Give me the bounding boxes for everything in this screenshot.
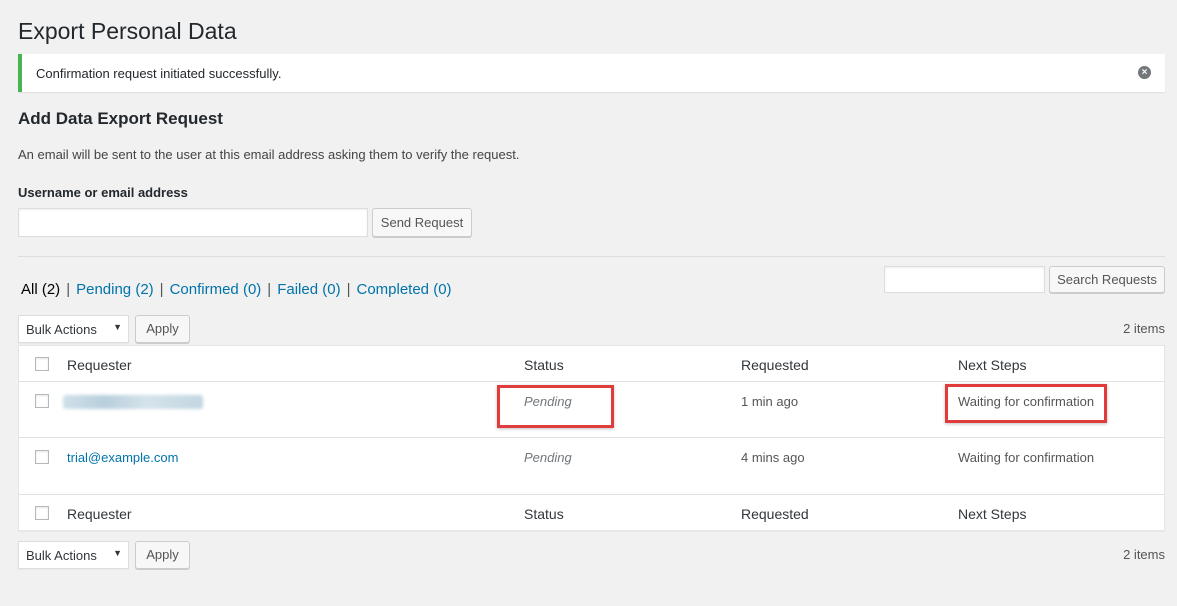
select-all-checkbox[interactable] bbox=[35, 357, 49, 371]
requested-time: 4 mins ago bbox=[741, 450, 805, 465]
username-email-input[interactable] bbox=[18, 208, 368, 237]
page-title: Export Personal Data bbox=[18, 18, 237, 44]
chevron-down-icon: ▼ bbox=[113, 322, 122, 332]
filter-confirmed[interactable]: Confirmed (0) bbox=[170, 281, 262, 298]
send-request-button[interactable]: Send Request bbox=[372, 208, 472, 237]
status-badge: Pending bbox=[524, 450, 572, 465]
column-next-steps: Next Steps bbox=[958, 357, 1027, 373]
requests-table: Requester Status Requested Next Steps Pe… bbox=[18, 345, 1165, 531]
select-all-checkbox-footer[interactable] bbox=[35, 506, 49, 520]
bulk-actions-select-bottom[interactable]: Bulk Actions ▼ bbox=[18, 541, 129, 569]
row-checkbox[interactable] bbox=[35, 394, 49, 408]
apply-button-bottom[interactable]: Apply bbox=[135, 541, 190, 569]
status-highlight-box bbox=[497, 385, 614, 428]
footer-column-status: Status bbox=[524, 506, 564, 522]
notice-message: Confirmation request initiated successfu… bbox=[36, 66, 282, 81]
filter-all[interactable]: All (2) bbox=[21, 281, 60, 298]
items-count-bottom: 2 items bbox=[1123, 547, 1165, 562]
filter-failed[interactable]: Failed (0) bbox=[277, 281, 340, 298]
divider bbox=[18, 256, 1165, 257]
search-requests-input[interactable] bbox=[884, 266, 1045, 293]
footer-column-requester[interactable]: Requester bbox=[67, 506, 132, 522]
requested-time: 1 min ago bbox=[741, 394, 799, 409]
success-notice: Confirmation request initiated successfu… bbox=[18, 54, 1165, 92]
next-steps-highlight-box bbox=[945, 384, 1107, 423]
status-filters: All (2) | Pending (2) | Confirmed (0) | Failed… bbox=[21, 281, 452, 298]
dismiss-icon[interactable]: × bbox=[1138, 66, 1151, 79]
apply-button-top[interactable]: Apply bbox=[135, 315, 190, 343]
form-heading: Add Data Export Request bbox=[18, 109, 223, 128]
filter-completed[interactable]: Completed (0) bbox=[356, 281, 451, 298]
items-count-top: 2 items bbox=[1123, 321, 1165, 336]
column-requester[interactable]: Requester bbox=[67, 357, 132, 373]
form-description: An email will be sent to the user at thi… bbox=[18, 147, 520, 162]
chevron-down-icon: ▼ bbox=[113, 548, 122, 558]
column-requested[interactable]: Requested bbox=[741, 357, 809, 373]
footer-column-requested[interactable]: Requested bbox=[741, 506, 809, 522]
filter-pending[interactable]: Pending (2) bbox=[76, 281, 154, 298]
username-email-label: Username or email address bbox=[18, 185, 188, 200]
blurred-requester[interactable] bbox=[63, 395, 203, 409]
row-checkbox[interactable] bbox=[35, 450, 49, 464]
footer-column-next-steps: Next Steps bbox=[958, 506, 1027, 522]
requester-email[interactable]: trial@example.com bbox=[67, 450, 178, 465]
column-status: Status bbox=[524, 357, 564, 373]
bulk-actions-select-top[interactable]: Bulk Actions ▼ bbox=[18, 315, 129, 343]
next-steps: Waiting for confirmation bbox=[958, 450, 1095, 465]
search-requests-button[interactable]: Search Requests bbox=[1049, 266, 1165, 293]
